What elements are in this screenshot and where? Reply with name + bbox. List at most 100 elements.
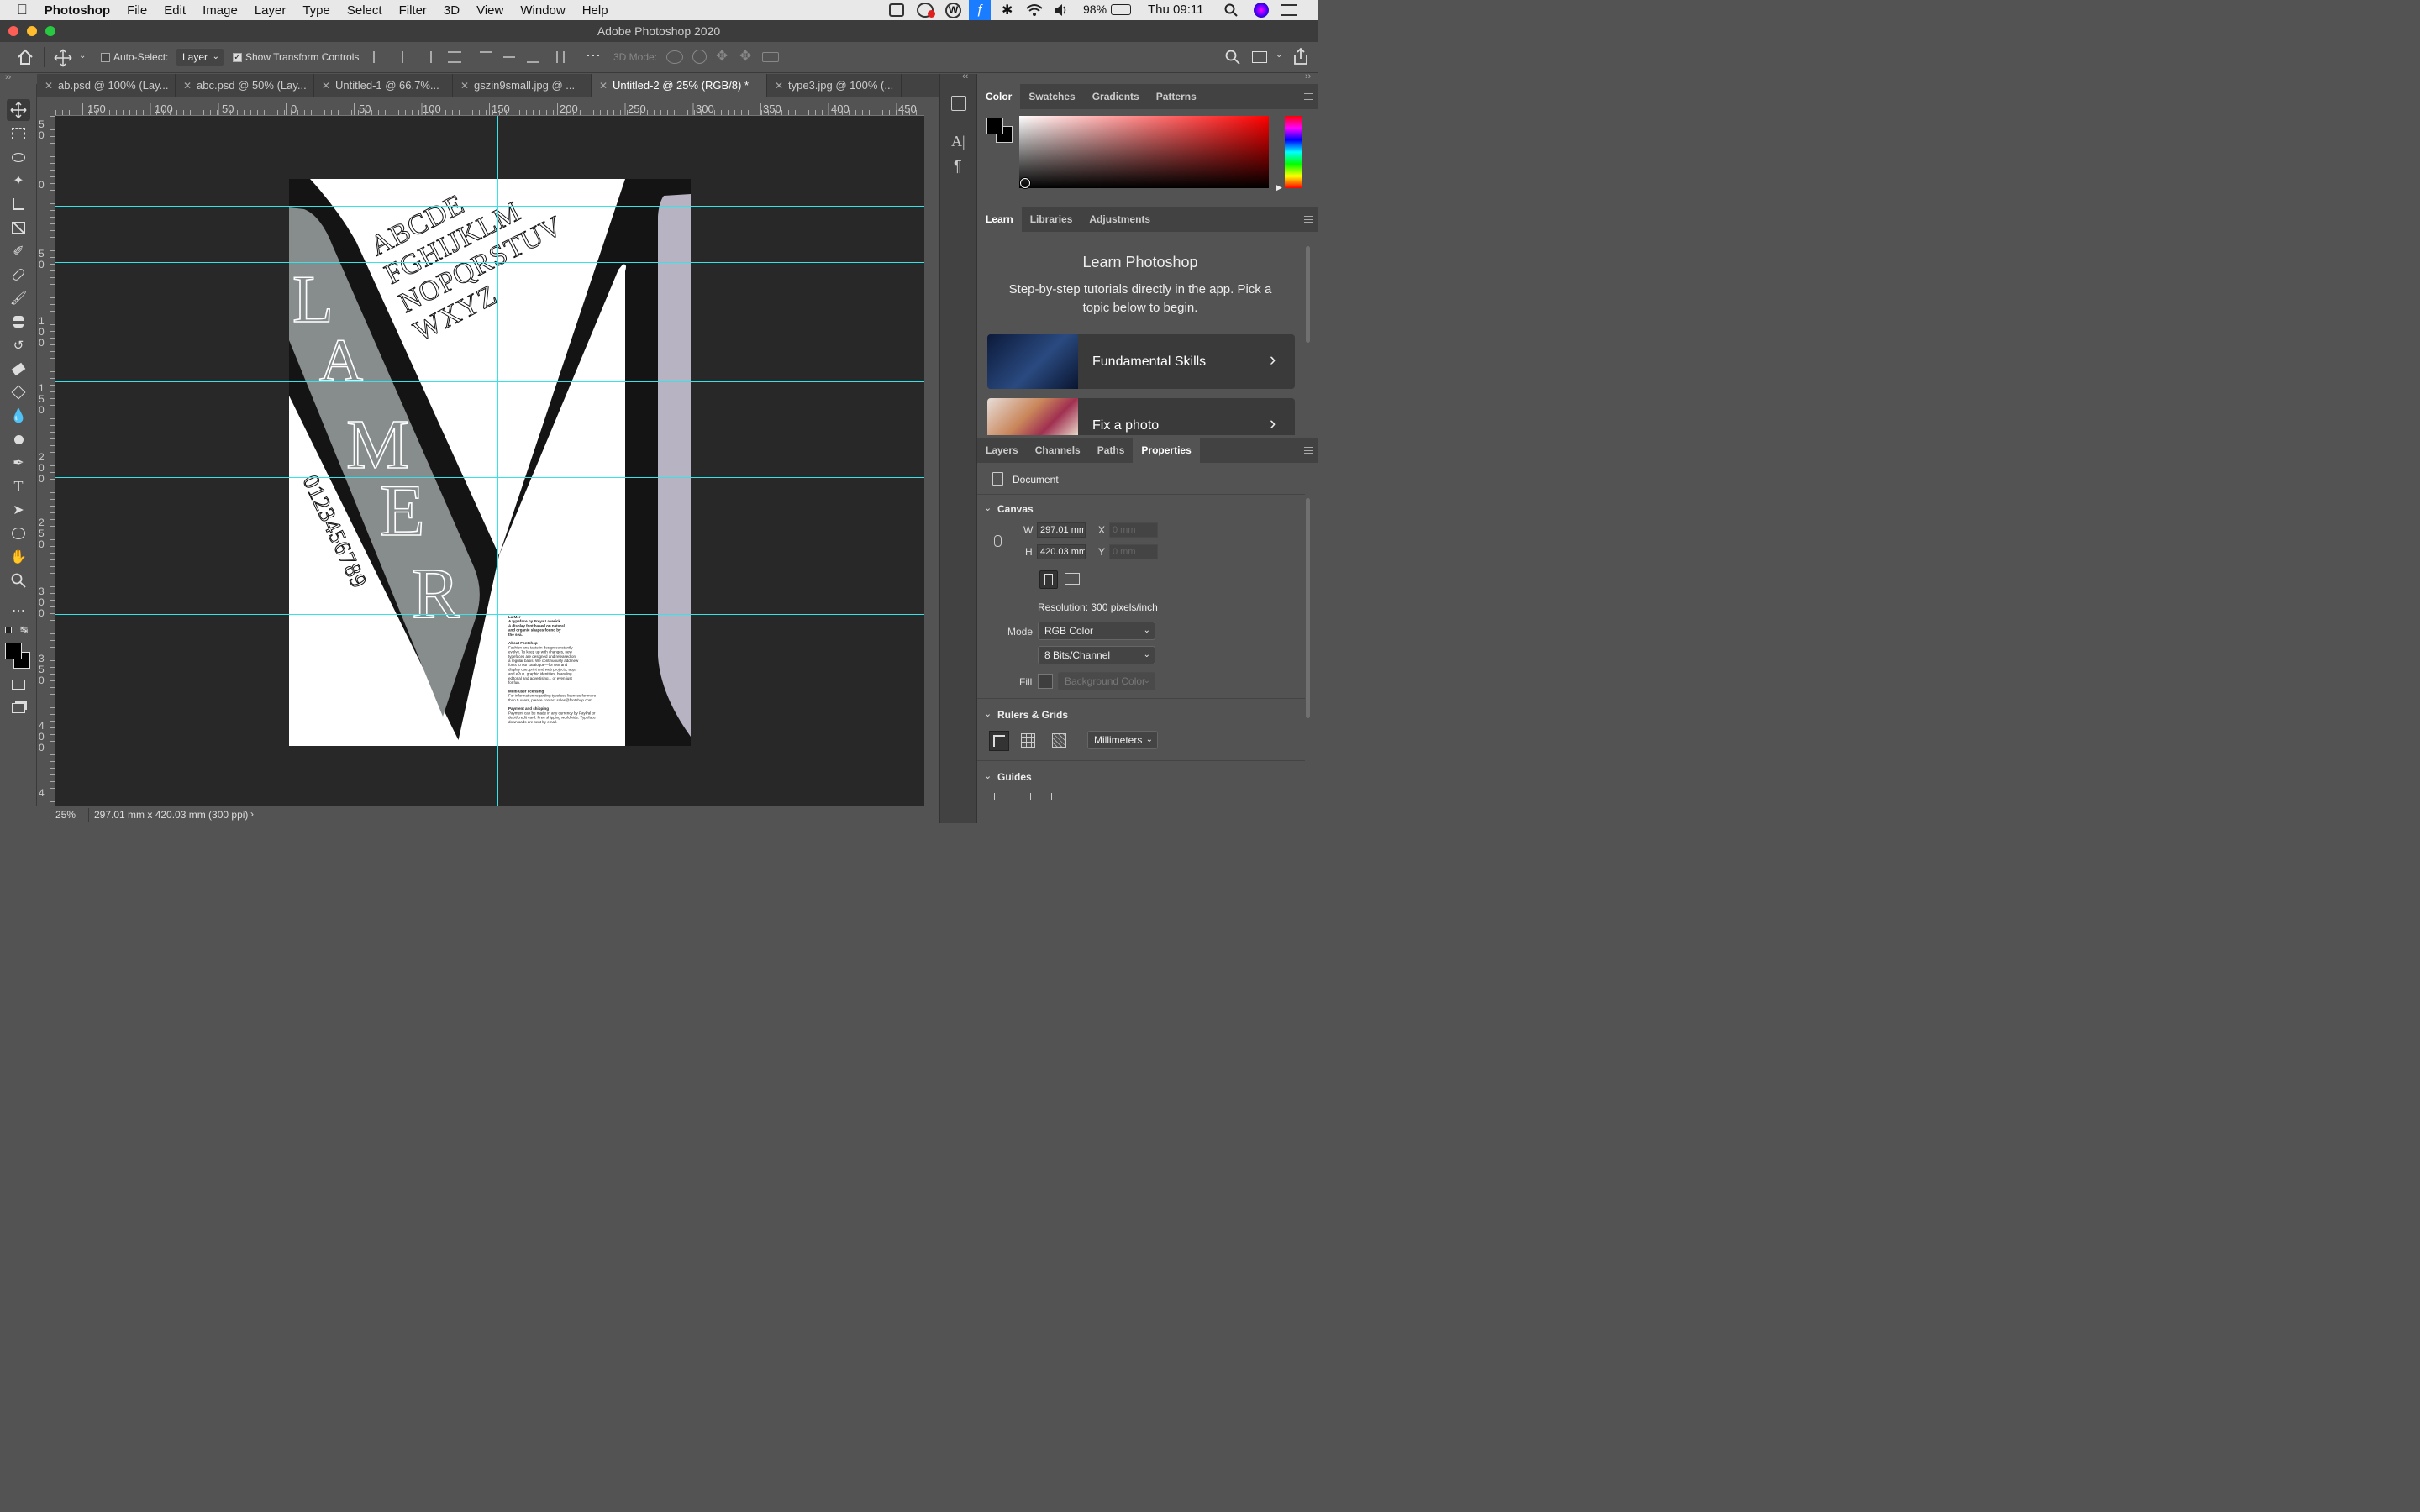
menu-layer[interactable]: Layer: [255, 3, 287, 18]
battery-icon[interactable]: [1111, 4, 1131, 15]
align-right-icon[interactable]: [420, 51, 432, 63]
rulers-grids-header[interactable]: Rulers & Grids: [997, 709, 1068, 721]
screen-mode-icon[interactable]: [7, 697, 30, 719]
paint-bucket-tool-icon[interactable]: [7, 381, 30, 403]
color-mode-dropdown[interactable]: RGB Color ⌄: [1038, 622, 1155, 640]
menu-view[interactable]: View: [476, 3, 503, 18]
guides-section-chevron-icon[interactable]: ⌄: [984, 770, 992, 781]
ellipse-tool-icon[interactable]: [7, 522, 30, 544]
hue-slider[interactable]: [1285, 116, 1302, 188]
distribute-icon[interactable]: [448, 51, 461, 63]
quick-mask-icon[interactable]: [7, 674, 30, 696]
zoom-level[interactable]: 25%: [55, 809, 76, 821]
align-left-icon[interactable]: [373, 51, 385, 63]
rulers-section-chevron-icon[interactable]: ⌄: [984, 708, 992, 719]
pen-tool-icon[interactable]: ✒: [7, 452, 30, 474]
align-bottom-icon[interactable]: [527, 51, 539, 63]
close-tab-icon[interactable]: ✕: [775, 74, 783, 97]
menu-app-name[interactable]: Photoshop: [45, 3, 110, 18]
color-picker-cursor[interactable]: [1020, 178, 1030, 188]
status-menu-arrow-icon[interactable]: ›: [250, 808, 254, 820]
close-tab-icon[interactable]: ✕: [460, 74, 469, 97]
grid-toggle-icon[interactable]: [1021, 733, 1035, 748]
share-icon[interactable]: [1292, 47, 1309, 66]
properties-scrollbar[interactable]: [1306, 498, 1310, 718]
doc-tab[interactable]: ✕ ab.psd @ 100% (Lay...: [37, 74, 176, 97]
close-tab-icon[interactable]: ✕: [599, 74, 608, 97]
collapse-panels-icon[interactable]: ‹‹: [962, 71, 968, 81]
menu-filter[interactable]: Filter: [399, 3, 427, 18]
more-options-icon[interactable]: ⋯: [586, 47, 602, 65]
character-panel-icon[interactable]: A|: [951, 133, 965, 150]
tab-paths[interactable]: Paths: [1089, 438, 1134, 463]
dodge-tool-icon[interactable]: [7, 428, 30, 450]
color-picker-field[interactable]: [1019, 116, 1269, 188]
auto-select-target-dropdown[interactable]: Layer ⌄: [176, 48, 224, 66]
doc-tab[interactable]: ✕ type3.jpg @ 100% (...: [767, 74, 902, 97]
type-tool-icon[interactable]: T: [7, 475, 30, 497]
pixel-grid-toggle-icon[interactable]: [1052, 733, 1066, 748]
tab-learn[interactable]: Learn: [977, 207, 1022, 232]
show-transform-checkbox[interactable]: ✓: [233, 53, 242, 62]
hue-slider-thumb[interactable]: ▶: [1276, 183, 1282, 192]
canvas-section-header[interactable]: Canvas: [997, 503, 1034, 515]
tab-layers[interactable]: Layers: [977, 438, 1027, 463]
canvas-area[interactable]: ABCDE FGHIJKLM NOPQRSTUV WXYZ LAMER 0123456…: [55, 116, 924, 806]
3d-roll-icon[interactable]: [692, 50, 707, 64]
auto-select-checkbox[interactable]: [101, 53, 110, 62]
tab-color[interactable]: Color: [977, 84, 1021, 109]
canvas-section-chevron-icon[interactable]: ⌄: [984, 502, 992, 513]
close-tab-icon[interactable]: ✕: [322, 74, 330, 97]
tab-swatches[interactable]: Swatches: [1020, 84, 1083, 109]
doc-tab[interactable]: ✕ abc.psd @ 50% (Lay...: [176, 74, 314, 97]
doc-tab[interactable]: ✕ gszin9small.jpg @ ...: [453, 74, 592, 97]
3d-slide-icon[interactable]: ✥: [739, 48, 751, 65]
wordpress-icon[interactable]: W: [945, 3, 961, 18]
canvas-x-input[interactable]: 0 mm: [1109, 522, 1158, 538]
hand-tool-icon[interactable]: ✋: [7, 546, 30, 568]
link-dimensions-icon[interactable]: [994, 535, 1002, 547]
horizontal-guide[interactable]: [55, 262, 924, 263]
menu-help[interactable]: Help: [582, 3, 608, 18]
guides-icon[interactable]: [1023, 793, 1031, 800]
align-top-icon[interactable]: [480, 51, 492, 63]
blur-tool-icon[interactable]: 💧: [7, 405, 30, 427]
magic-wand-tool-icon[interactable]: ✦: [7, 170, 30, 192]
menu-type[interactable]: Type: [302, 3, 330, 18]
menu-image[interactable]: Image: [203, 3, 238, 18]
horizontal-guide[interactable]: [55, 614, 924, 615]
tab-adjustments[interactable]: Adjustments: [1081, 207, 1159, 232]
align-hcenter-icon[interactable]: [402, 51, 413, 63]
default-colors-icon[interactable]: [5, 627, 12, 633]
fill-dropdown[interactable]: Background Color ⌄: [1058, 672, 1155, 690]
fontbook-icon[interactable]: ƒ: [969, 0, 991, 20]
doc-tab-active[interactable]: ✕ Untitled-2 @ 25% (RGB/8) *: [592, 74, 767, 97]
tab-libraries[interactable]: Libraries: [1022, 207, 1081, 232]
distribute-vertical-icon[interactable]: [556, 51, 565, 63]
frame-tool-icon[interactable]: [7, 217, 30, 239]
horizontal-guide[interactable]: [55, 381, 924, 382]
menu-file[interactable]: File: [127, 3, 147, 18]
path-selection-tool-icon[interactable]: ➤: [7, 499, 30, 521]
horizontal-guide[interactable]: [55, 477, 924, 478]
brush-tool-icon[interactable]: 🖌: [7, 287, 30, 309]
doc-tab[interactable]: ✕ Untitled-1 @ 66.7%...: [314, 74, 453, 97]
close-tab-icon[interactable]: ✕: [183, 74, 192, 97]
tab-gradients[interactable]: Gradients: [1084, 84, 1148, 109]
notification-center-icon[interactable]: [1281, 4, 1297, 16]
healing-brush-tool-icon[interactable]: [7, 264, 30, 286]
workspace-chevron-icon[interactable]: ⌄: [1276, 50, 1282, 60]
color-panel-menu-icon[interactable]: [1304, 93, 1313, 100]
3d-orbit-icon[interactable]: [666, 50, 683, 64]
menubar-clock[interactable]: Thu 09:11: [1148, 3, 1203, 17]
landscape-orientation-button[interactable]: [1065, 573, 1080, 585]
horizontal-guide[interactable]: [55, 206, 924, 207]
tab-patterns[interactable]: Patterns: [1148, 84, 1205, 109]
spotlight-search-icon[interactable]: [1224, 3, 1238, 17]
marquee-tool-icon[interactable]: [7, 123, 30, 144]
swap-colors-icon[interactable]: ↹: [20, 624, 28, 635]
history-brush-tool-icon[interactable]: ↺: [7, 334, 30, 356]
menu-select[interactable]: Select: [347, 3, 382, 18]
foreground-color-swatch[interactable]: [5, 643, 22, 659]
edit-toolbar-icon[interactable]: ⋯: [7, 600, 30, 622]
